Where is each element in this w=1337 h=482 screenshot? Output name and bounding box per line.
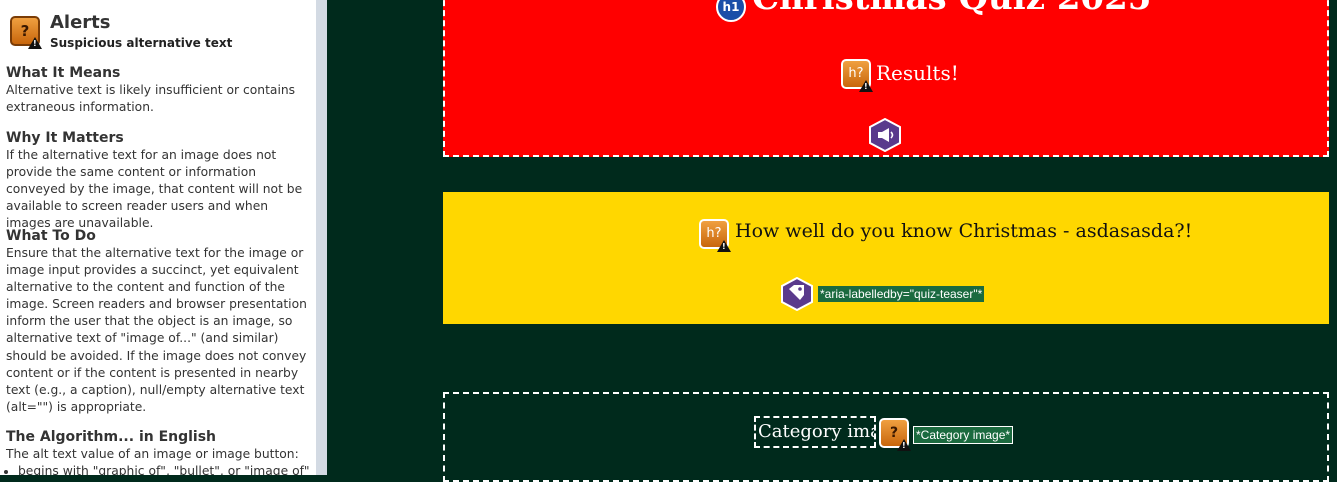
- warning-icon: [717, 240, 731, 252]
- section-what-to-do: What To Do Ensure that the alternative t…: [6, 227, 312, 416]
- h2-icon[interactable]: h?: [841, 59, 873, 92]
- section-text: Alternative text is likely insufficient …: [6, 83, 296, 115]
- section-heading: What It Means: [6, 65, 121, 81]
- alert-type: Suspicious alternative text: [50, 36, 233, 50]
- category-alt-label: *Category image*: [913, 426, 1014, 444]
- aria-labelledby-label: *aria-labelledby="quiz-teaser"*: [818, 286, 985, 302]
- section-text: Ensure that the alternative text for the…: [6, 246, 307, 414]
- warning-icon: [28, 37, 42, 49]
- algorithm-list: begins with "graphic of", "bullet", or "…: [6, 463, 312, 475]
- panel-title: Alerts: [50, 12, 111, 33]
- alert-details-panel: ? Alerts Suspicious alternative text Wha…: [0, 0, 316, 475]
- section-algorithm: The Algorithm... in English The alt text…: [6, 428, 312, 475]
- alert-icon[interactable]: ?: [879, 418, 911, 451]
- section-heading: The Algorithm... in English: [6, 429, 217, 445]
- region-icon[interactable]: [868, 118, 902, 152]
- section-text: The alt text value of an image or image …: [6, 447, 299, 461]
- alert-header: ? Alerts Suspicious alternative text: [10, 12, 310, 54]
- section-what-it-means: What It Means Alternative text is likely…: [6, 64, 312, 116]
- quiz-teaser-region: [443, 192, 1329, 324]
- h2-icon[interactable]: h?: [699, 219, 731, 252]
- page-title: Christmas Quiz 2025: [752, 0, 1151, 18]
- list-item: begins with "graphic of", "bullet", or "…: [18, 463, 312, 475]
- category-image-text: Category image: [754, 416, 876, 448]
- alert-icon: ?: [10, 16, 42, 49]
- sidebar-scrollbar[interactable]: [316, 0, 327, 475]
- section-why-it-matters: Why It Matters If the alternative text f…: [6, 129, 312, 232]
- section-heading: Why It Matters: [6, 130, 124, 146]
- section-text: If the alternative text for an image doe…: [6, 148, 303, 231]
- aria-label-icon[interactable]: [780, 277, 814, 311]
- warning-icon: [859, 80, 873, 92]
- warning-icon: [897, 439, 911, 451]
- quiz-heading: How well do you know Christmas - asdasas…: [735, 220, 1193, 242]
- section-heading: What To Do: [6, 228, 96, 244]
- results-heading: Results!: [876, 61, 959, 85]
